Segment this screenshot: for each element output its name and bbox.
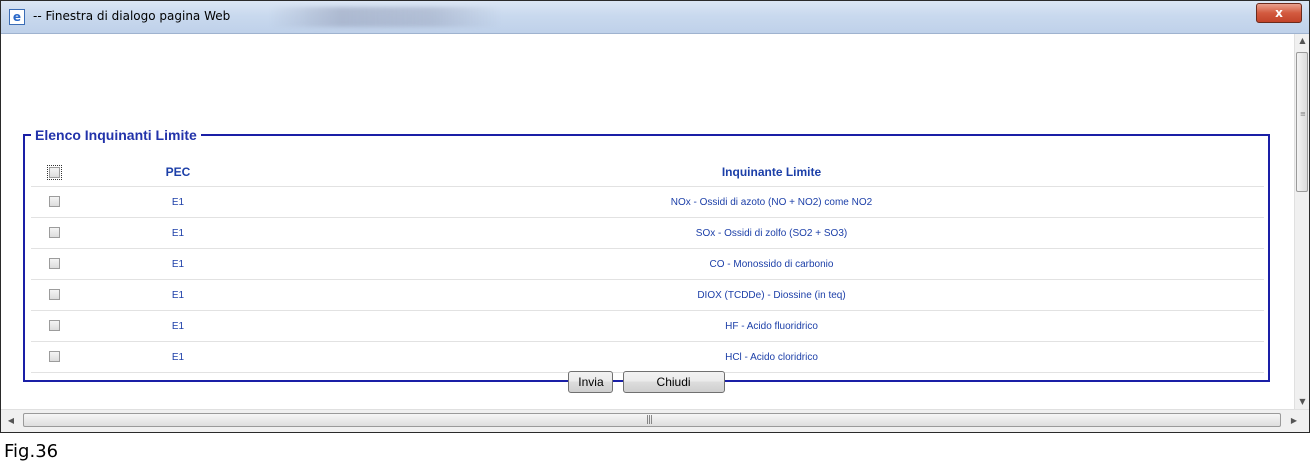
row-checkbox[interactable] bbox=[48, 227, 60, 239]
row-pollutant: SOx - Ossidi di zolfo (SO2 + SO3) bbox=[279, 217, 1264, 249]
row-checkbox[interactable] bbox=[48, 320, 60, 332]
row-checkbox-cell bbox=[31, 186, 77, 218]
dialog-content: Elenco Inquinanti Limite PEC Inquinante … bbox=[1, 34, 1294, 409]
horizontal-scroll-thumb[interactable]: ||| bbox=[23, 413, 1281, 427]
vertical-scroll-thumb[interactable]: ≡ bbox=[1296, 52, 1308, 192]
window-title: -- Finestra di dialogo pagina Web bbox=[33, 9, 231, 23]
row-pollutant: DIOX (TCDDe) - Diossine (in teq) bbox=[279, 279, 1264, 311]
scroll-right-icon[interactable]: ▶ bbox=[1287, 414, 1301, 428]
table-header-row: PEC Inquinante Limite bbox=[31, 157, 1264, 187]
send-button[interactable]: Invia bbox=[568, 371, 614, 393]
close-icon[interactable]: x bbox=[1256, 3, 1302, 23]
close-button[interactable]: Chiudi bbox=[622, 371, 725, 393]
select-all-checkbox[interactable] bbox=[46, 164, 62, 180]
pollutant-table: PEC Inquinante Limite E1 NOx - Ossidi di… bbox=[31, 157, 1264, 373]
table-row: E1 NOx - Ossidi di azoto (NO + NO2) come… bbox=[31, 186, 1264, 218]
header-pec: PEC bbox=[77, 157, 279, 187]
scroll-left-icon[interactable]: ◀ bbox=[4, 414, 18, 428]
scroll-up-icon[interactable]: ▲ bbox=[1295, 34, 1309, 48]
button-row: Invia Chiudi bbox=[25, 371, 1268, 393]
row-pec: E1 bbox=[77, 217, 279, 249]
row-checkbox-cell bbox=[31, 248, 77, 280]
scroll-down-icon[interactable]: ▼ bbox=[1295, 395, 1309, 409]
row-checkbox[interactable] bbox=[48, 258, 60, 270]
table-row: E1 HF - Acido fluoridrico bbox=[31, 310, 1264, 342]
row-pollutant: HCl - Acido cloridrico bbox=[279, 341, 1264, 373]
dialog-window: e -- Finestra di dialogo pagina Web x El… bbox=[0, 0, 1310, 433]
select-all-cell bbox=[31, 157, 77, 187]
pollutant-fieldset: Elenco Inquinanti Limite PEC Inquinante … bbox=[23, 127, 1270, 393]
row-checkbox[interactable] bbox=[48, 289, 60, 301]
row-checkbox-cell bbox=[31, 279, 77, 311]
row-pec: E1 bbox=[77, 279, 279, 311]
row-pec: E1 bbox=[77, 248, 279, 280]
header-pollutant: Inquinante Limite bbox=[279, 157, 1264, 187]
row-pec: E1 bbox=[77, 341, 279, 373]
row-pec: E1 bbox=[77, 186, 279, 218]
row-checkbox-cell bbox=[31, 341, 77, 373]
grip-icon: ||| bbox=[646, 415, 653, 425]
blurred-title-text bbox=[271, 7, 501, 27]
table-row: E1 DIOX (TCDDe) - Diossine (in teq) bbox=[31, 279, 1264, 311]
row-checkbox[interactable] bbox=[48, 196, 60, 208]
browser-icon: e bbox=[9, 9, 25, 25]
table-row: E1 HCl - Acido cloridrico bbox=[31, 341, 1264, 373]
table-row: E1 CO - Monossido di carbonio bbox=[31, 248, 1264, 280]
grip-icon: ≡ bbox=[1300, 110, 1306, 118]
row-pec: E1 bbox=[77, 310, 279, 342]
row-pollutant: NOx - Ossidi di azoto (NO + NO2) come NO… bbox=[279, 186, 1264, 218]
table-row: E1 SOx - Ossidi di zolfo (SO2 + SO3) bbox=[31, 217, 1264, 249]
horizontal-scrollbar[interactable]: ◀ ||| ▶ bbox=[1, 409, 1309, 432]
row-pollutant: HF - Acido fluoridrico bbox=[279, 310, 1264, 342]
row-checkbox-cell bbox=[31, 310, 77, 342]
row-checkbox-cell bbox=[31, 217, 77, 249]
vertical-scrollbar[interactable]: ▲ ≡ ▼ bbox=[1294, 34, 1309, 409]
title-bar[interactable]: e -- Finestra di dialogo pagina Web x bbox=[1, 1, 1309, 34]
figure-caption: Fig.36 bbox=[4, 441, 59, 462]
row-checkbox[interactable] bbox=[48, 351, 60, 363]
fieldset-legend: Elenco Inquinanti Limite bbox=[35, 127, 197, 143]
row-pollutant: CO - Monossido di carbonio bbox=[279, 248, 1264, 280]
